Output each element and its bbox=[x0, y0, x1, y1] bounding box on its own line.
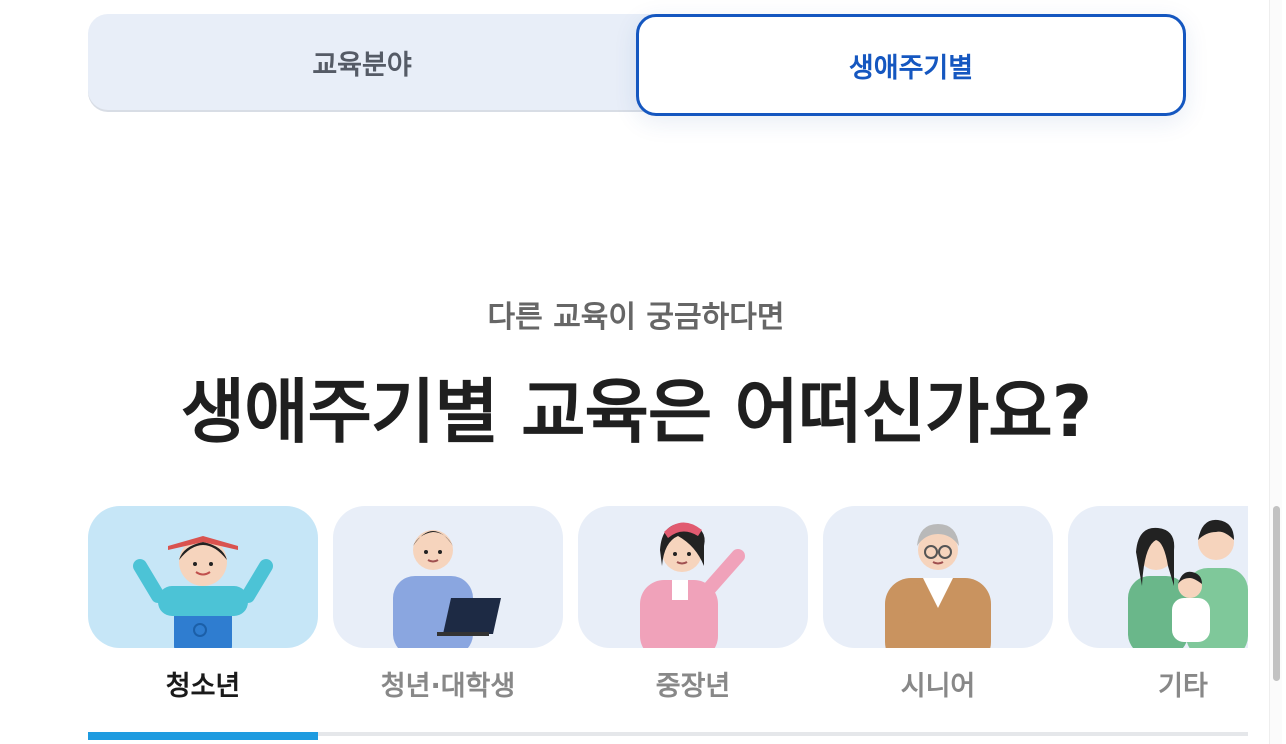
lifecycle-carousel: 청소년 청년·대학생 중장년 시니어 기타 bbox=[88, 506, 1248, 744]
tab-lifecycle[interactable]: 생애주기별 bbox=[636, 14, 1186, 116]
category-card-teen[interactable]: 청소년 bbox=[88, 506, 318, 736]
category-card-middle-aged[interactable]: 중장년 bbox=[578, 506, 808, 736]
page-scrollbar[interactable] bbox=[1269, 0, 1282, 744]
category-label: 시니어 bbox=[900, 671, 976, 702]
category-card-other[interactable]: 기타 bbox=[1068, 506, 1248, 736]
category-label: 기타 bbox=[1158, 671, 1208, 702]
senior-illustration bbox=[823, 506, 1053, 648]
category-card-senior[interactable]: 시니어 bbox=[823, 506, 1053, 736]
scrollbar-thumb[interactable] bbox=[1273, 506, 1280, 681]
category-card-young-adult[interactable]: 청년·대학생 bbox=[333, 506, 563, 736]
category-label: 중장년 bbox=[655, 671, 731, 702]
section-headline: 생애주기별 교육은 어떠신가요? bbox=[180, 371, 1093, 453]
family-illustration bbox=[1068, 506, 1248, 648]
middle-aged-illustration bbox=[578, 506, 808, 648]
active-category-indicator bbox=[88, 732, 318, 740]
teen-illustration bbox=[88, 506, 318, 648]
category-label: 청소년 bbox=[165, 671, 241, 702]
tab-education-field[interactable]: 교육분야 bbox=[88, 14, 636, 110]
section-eyebrow: 다른 교육이 궁금하다면 bbox=[487, 300, 785, 335]
young-adult-illustration bbox=[333, 506, 563, 648]
category-label: 청년·대학생 bbox=[380, 671, 516, 702]
education-type-toggle: 교육분야 생애주기별 bbox=[88, 14, 1186, 116]
